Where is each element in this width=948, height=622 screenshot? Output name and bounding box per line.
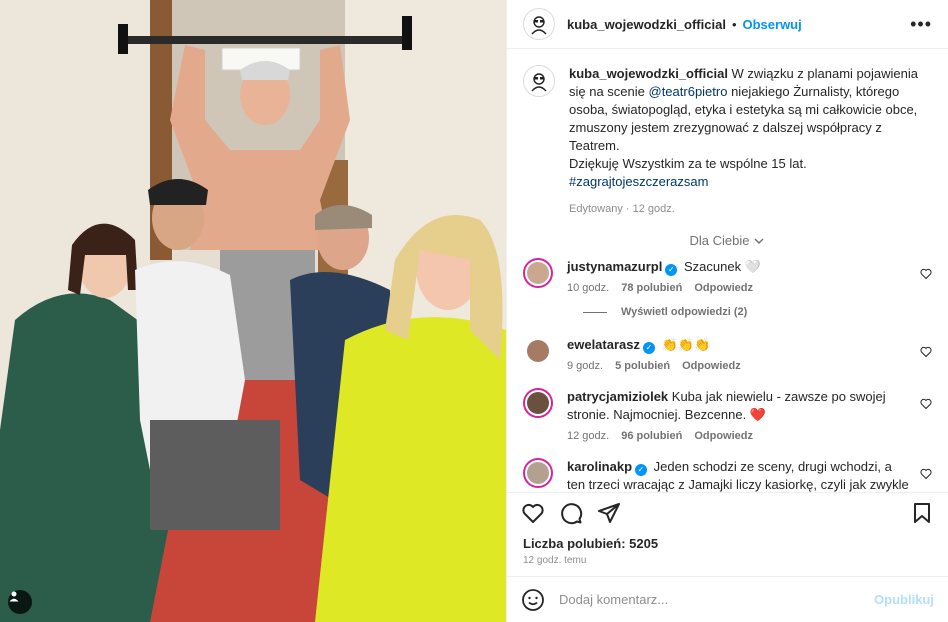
separator-dot: • [731, 16, 737, 32]
verified-badge-icon: ✓ [665, 264, 678, 276]
bookmark-icon[interactable] [910, 501, 934, 525]
post-actions [507, 492, 948, 532]
post-time: 12 godz. temu [523, 555, 587, 566]
comment-like-heart-icon[interactable] [920, 398, 932, 410]
sort-dropdown[interactable]: Dla Ciebie [523, 233, 932, 248]
comment-username[interactable]: justynamazurpl [567, 259, 662, 274]
comment-username[interactable]: patrycjamiziolek [567, 389, 668, 404]
comment-item: karolinakp ✓ Jeden schodzi ze sceny, drug… [523, 458, 932, 492]
heart-icon[interactable] [521, 501, 545, 525]
caption-part-3: Dziękuję Wszystkim za te wspólne 15 lat. [569, 156, 807, 171]
comment-avatar[interactable] [523, 458, 553, 488]
share-icon[interactable] [597, 501, 621, 525]
reply-button[interactable]: Odpowiedz [694, 282, 753, 294]
reply-button[interactable]: Odpowiedz [682, 360, 741, 372]
likes-count[interactable]: Liczba polubień: 5205 [507, 532, 948, 551]
caption-hashtag[interactable]: #zagrajtojeszczerazsam [569, 174, 708, 189]
comment-item: ewelatarasz ✓ 👏👏👏 9 godz. 5 polubień Odpowi… [523, 336, 932, 372]
reply-button[interactable]: Odpowiedz [694, 430, 753, 442]
comment-likes[interactable]: 5 polubień [615, 360, 670, 372]
comment-time: 10 godz. [567, 282, 610, 294]
more-options-icon[interactable]: ••• [910, 14, 932, 35]
chevron-down-icon [753, 235, 765, 247]
comment-username[interactable]: karolinakp [567, 459, 632, 474]
instagram-post-modal: kuba_wojewodzki_official • Obserwuj ••• … [0, 0, 948, 622]
post-header: kuba_wojewodzki_official • Obserwuj ••• [507, 0, 948, 49]
verified-badge-icon: ✓ [643, 342, 655, 354]
comment-avatar[interactable] [523, 388, 553, 418]
caption: kuba_wojewodzki_official W związku z pla… [523, 65, 932, 215]
author-avatar[interactable] [523, 8, 555, 40]
comment-avatar[interactable] [523, 336, 553, 366]
view-replies-button[interactable]: Wyświetl odpowiedzi (2) [583, 306, 932, 318]
caption-text: kuba_wojewodzki_official W związku z pla… [569, 65, 932, 191]
add-comment-bar: Opublikuj [507, 576, 948, 622]
post-image [0, 0, 506, 622]
comments-scroll-area[interactable]: kuba_wojewodzki_official W związku z pla… [507, 49, 948, 492]
follow-button[interactable]: Obserwuj [743, 17, 802, 32]
comment-input[interactable] [559, 592, 861, 607]
caption-meta: Edytowany · 12 godz. [569, 203, 675, 215]
comment-likes[interactable]: 78 polubień [621, 282, 682, 294]
caption-username[interactable]: kuba_wojewodzki_official [569, 66, 728, 81]
comment-text: Szacunek 🤍 [683, 259, 761, 274]
comment-text: 👏👏👏 [661, 337, 711, 352]
comment-like-heart-icon[interactable] [920, 346, 932, 358]
comment-like-heart-icon[interactable] [920, 268, 932, 280]
sort-label: Dla Ciebie [689, 233, 750, 248]
comment-item: patrycjamiziolek Kuba jak niewielu - zaw… [523, 388, 932, 442]
post-photo[interactable] [0, 0, 506, 622]
author-username[interactable]: kuba_wojewodzki_official [567, 17, 726, 32]
comment-item: justynamazurpl ✓ Szacunek 🤍 10 godz. 78 po… [523, 258, 932, 294]
emoji-icon[interactable] [521, 588, 545, 612]
verified-badge-icon: ✓ [635, 464, 648, 476]
comment-like-heart-icon[interactable] [920, 468, 932, 480]
caption-mention[interactable]: @teatr6pietro [649, 84, 728, 99]
comment-avatar[interactable] [523, 258, 553, 288]
view-replies-label: Wyświetl odpowiedzi (2) [621, 306, 748, 318]
comment-icon[interactable] [559, 501, 583, 525]
caption-avatar[interactable] [523, 65, 555, 97]
post-side-panel: kuba_wojewodzki_official • Obserwuj ••• … [506, 0, 948, 622]
comment-username[interactable]: ewelatarasz [567, 337, 640, 352]
user-tag-icon[interactable] [8, 590, 32, 614]
comment-likes[interactable]: 96 polubień [621, 430, 682, 442]
comment-time: 9 godz. [567, 360, 604, 372]
publish-button[interactable]: Opublikuj [874, 592, 934, 607]
comment-time: 12 godz. [567, 430, 610, 442]
